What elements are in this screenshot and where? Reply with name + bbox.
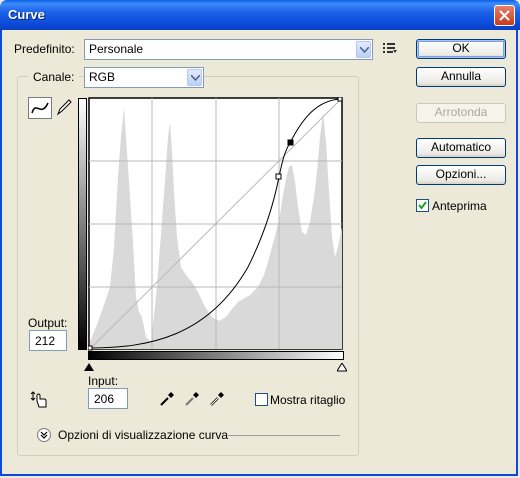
curve-tool-button[interactable] [28, 97, 52, 119]
input-gradient-bar [88, 351, 344, 360]
preset-value: Personale [89, 42, 144, 56]
groupline-gap [204, 77, 209, 78]
gray-eyedropper-icon[interactable] [183, 390, 201, 408]
black-point-slider-icon[interactable] [84, 363, 94, 372]
output-label: Output: [28, 316, 68, 330]
auto-button[interactable]: Automatico [416, 138, 506, 158]
curve-point[interactable] [275, 173, 282, 180]
smooth-button[interactable]: Arrotonda [416, 103, 506, 123]
ok-button[interactable]: OK [416, 39, 506, 59]
curve-point[interactable] [337, 97, 343, 102]
clipping-label: Mostra ritaglio [270, 393, 346, 407]
chevron-down-icon[interactable] [356, 41, 371, 58]
separator [228, 435, 340, 436]
input-field[interactable]: 206 [88, 388, 128, 409]
display-options-label: Opzioni di visualizzazione curva [58, 428, 229, 442]
chevron-down-icon[interactable] [187, 69, 202, 86]
on-image-adjust-icon[interactable] [30, 390, 50, 410]
curve-tool-icon [31, 102, 49, 114]
preview-label: Anteprima [432, 199, 487, 213]
channel-select[interactable]: RGB [84, 67, 204, 88]
channel-label: Canale: [28, 70, 80, 84]
double-chevron-down-icon [40, 431, 48, 439]
input-label: Input: [88, 374, 119, 388]
title-bar: Curve [0, 0, 520, 30]
clipping-checkbox[interactable] [255, 393, 268, 406]
expand-display-options-button[interactable] [37, 428, 51, 442]
window-title: Curve [8, 7, 45, 22]
curve-point[interactable] [88, 345, 93, 351]
white-eyedropper-icon[interactable] [208, 390, 226, 408]
pencil-icon[interactable] [55, 97, 73, 117]
close-icon [499, 10, 510, 21]
close-button[interactable] [494, 5, 515, 26]
preset-menu-icon[interactable] [383, 42, 397, 54]
curve-point-selected[interactable] [287, 139, 294, 146]
check-icon [418, 201, 427, 210]
output-field[interactable]: 212 [29, 330, 67, 351]
curve-graph[interactable] [88, 97, 344, 351]
options-button[interactable]: Opzioni... [416, 165, 506, 185]
white-point-slider-icon[interactable] [337, 363, 347, 372]
cancel-button[interactable]: Annulla [416, 67, 506, 87]
preview-checkbox[interactable] [416, 199, 429, 212]
channel-value: RGB [89, 70, 116, 84]
output-gradient-bar [78, 98, 87, 350]
preset-label: Predefinito: [14, 42, 75, 56]
preset-select[interactable]: Personale [84, 39, 373, 60]
black-eyedropper-icon[interactable] [158, 390, 176, 408]
